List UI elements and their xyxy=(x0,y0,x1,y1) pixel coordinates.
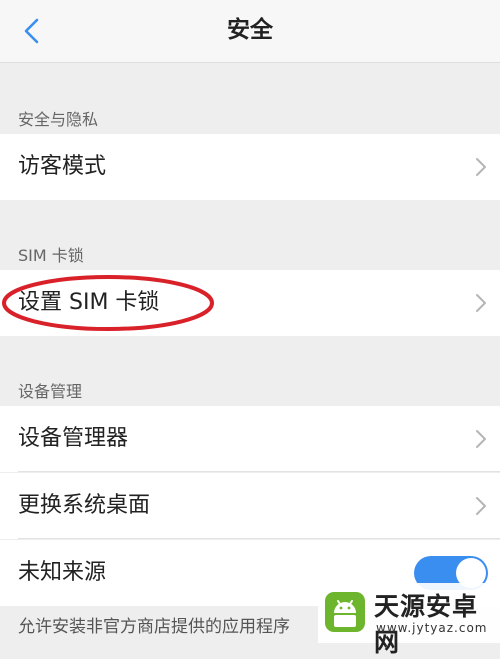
row-label: 未知来源 xyxy=(18,560,107,585)
row-label: 设备管理器 xyxy=(18,426,129,451)
section-label-sim-lock: SIM 卡锁 xyxy=(18,246,84,265)
page-title: 安全 xyxy=(227,17,273,43)
settings-row-guest-mode[interactable]: 访客模式 xyxy=(0,134,500,200)
unknown-sources-description: 允许安装非官方商店提供的应用程序 xyxy=(18,617,290,637)
row-label: 访客模式 xyxy=(18,154,107,179)
settings-row-set-sim-lock[interactable]: 设置 SIM 卡锁 xyxy=(0,270,500,336)
settings-row-change-launcher[interactable]: 更换系统桌面 xyxy=(0,473,500,539)
row-label: 设置 SIM 卡锁 xyxy=(18,290,160,315)
row-divider xyxy=(18,538,500,539)
title-bar: 安全 xyxy=(0,0,500,63)
android-logo-icon xyxy=(325,592,365,632)
chevron-right-icon xyxy=(476,430,486,448)
section-label-privacy: 安全与隐私 xyxy=(18,110,99,129)
watermark-url: www.jytyaz.com xyxy=(376,621,488,635)
settings-row-device-manager[interactable]: 设备管理器 xyxy=(0,406,500,472)
section-label-device-management: 设备管理 xyxy=(18,382,83,401)
chevron-right-icon xyxy=(476,497,486,515)
chevron-right-icon xyxy=(476,294,486,312)
chevron-right-icon xyxy=(476,158,486,176)
row-divider xyxy=(18,471,500,472)
row-label: 更换系统桌面 xyxy=(18,493,151,518)
watermark: 天源安卓网 www.jytyaz.com xyxy=(318,583,500,657)
